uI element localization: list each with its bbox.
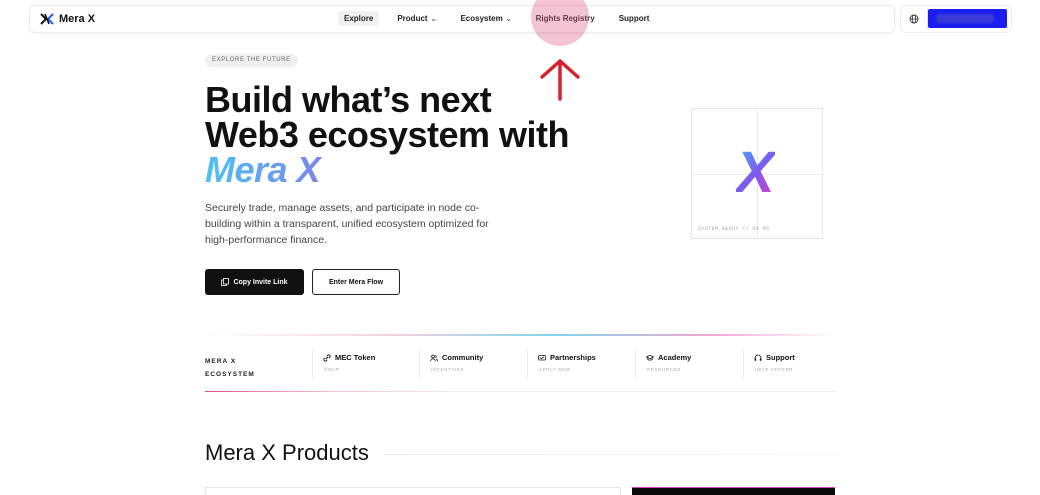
hero-title-line1: Build what’s next — [205, 79, 492, 120]
ecosystem-item-community[interactable]: Community INCENTIVES — [419, 349, 483, 379]
products-section-title: Mera X Products — [205, 440, 369, 465]
enter-mera-flow-button[interactable]: Enter Mera Flow — [312, 269, 400, 295]
ecosystem-item-partnerships[interactable]: Partnerships APPLY NOW — [527, 349, 596, 379]
nav-ecosystem-label: Ecosystem — [460, 14, 503, 23]
nav-support-label: Support — [618, 14, 650, 23]
hero-title-line2: Web3 ecosystem with — [205, 114, 569, 155]
click-highlight — [531, 0, 589, 46]
ecosystem-item-mec-token[interactable]: MEC Token SWAP — [312, 349, 375, 379]
copy-invite-link-label: Copy Invite Link — [233, 278, 288, 286]
connect-button[interactable] — [928, 9, 1007, 28]
mera-x-mark: X — [736, 140, 775, 205]
mera-x-logo-icon — [40, 13, 54, 25]
product-card[interactable] — [632, 487, 835, 495]
ecosystem-item-title: Community — [442, 353, 484, 362]
ecosystem-item-title: MEC Token — [335, 353, 376, 362]
ecosystem-item-title: Partnerships — [550, 353, 596, 362]
hero-title-brand: Mera X — [205, 152, 569, 188]
section-divider — [384, 454, 836, 455]
main-nav: Explore Product ⌄ Ecosystem ⌄ Rights Reg… — [338, 11, 655, 26]
brand-logo[interactable]: Mera X — [40, 12, 95, 26]
ecosystem-item-sub: APPLY NOW — [539, 367, 571, 372]
product-card[interactable] — [205, 487, 621, 495]
hero-title: Build what’s next Web3 ecosystem with Me… — [205, 79, 569, 188]
users-icon — [430, 354, 438, 361]
ecosystem-item-academy[interactable]: Academy RESOURCES — [635, 349, 691, 379]
nav-explore-label: Explore — [344, 14, 374, 23]
hero-subtitle: Securely trade, manage assets, and parti… — [205, 202, 489, 246]
ecosystem-label-line1: MERA X — [205, 358, 237, 365]
ecosystem-item-title: Support — [766, 353, 795, 362]
handshake-icon — [538, 354, 546, 360]
brand-name: Mera X — [59, 13, 96, 25]
headset-icon — [754, 354, 762, 361]
ecosystem-label-line2: ECOSYSTEM — [205, 371, 255, 378]
ecosystem-item-support[interactable]: Support HELP CENTER — [743, 349, 795, 379]
nav-product-label: Product — [397, 14, 428, 23]
nav-support[interactable]: Support — [613, 11, 656, 26]
enter-mera-flow-label: Enter Mera Flow — [328, 278, 384, 286]
ecosystem-item-sub: SWAP — [324, 367, 340, 372]
ecosystem-item-sub: HELP CENTER — [755, 367, 794, 372]
link-icon — [323, 353, 331, 362]
gradient-divider — [205, 391, 836, 392]
copy-invite-link-button[interactable]: Copy Invite Link — [205, 269, 304, 295]
top-navigation-bar: Mera X Explore Product ⌄ Ecosystem ⌄ Rig… — [29, 5, 895, 33]
ecosystem-item-sub: INCENTIVES — [431, 367, 465, 372]
copy-icon — [221, 278, 230, 286]
ecosystem-label: MERA X ECOSYSTEM — [205, 355, 255, 381]
globe-icon[interactable] — [909, 14, 919, 24]
chevron-down-icon: ⌄ — [430, 15, 437, 23]
chevron-down-icon: ⌄ — [505, 15, 512, 23]
nav-product[interactable]: Product ⌄ — [391, 11, 442, 26]
gradient-divider — [205, 334, 836, 336]
hero-visual-card: X SYSTEM_READY // 00 MS — [691, 108, 823, 239]
ecosystem-item-sub: RESOURCES — [647, 367, 681, 372]
nav-ecosystem[interactable]: Ecosystem ⌄ — [454, 11, 517, 26]
system-status-text: SYSTEM_READY // 00 MS — [698, 226, 770, 232]
eyebrow-badge: EXPLORE THE FUTURE — [205, 54, 298, 67]
graduation-cap-icon — [646, 354, 654, 361]
ecosystem-item-title: Academy — [658, 353, 692, 362]
nav-explore[interactable]: Explore — [338, 11, 380, 26]
